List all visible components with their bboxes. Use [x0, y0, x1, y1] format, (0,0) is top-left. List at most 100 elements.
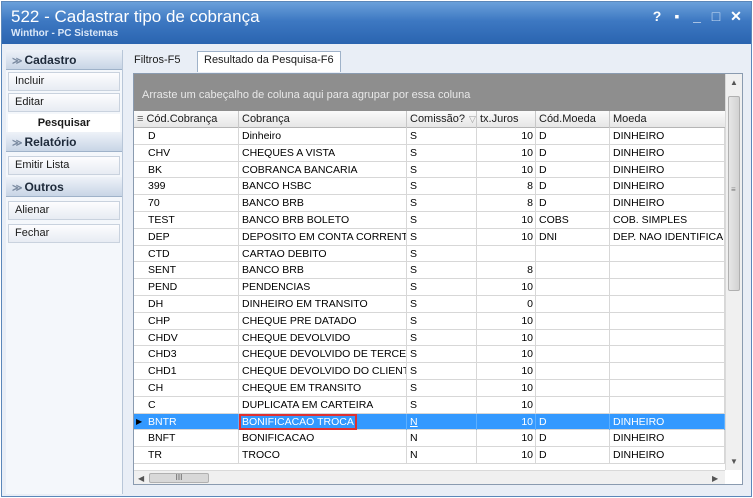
table-cell[interactable]: CH — [134, 379, 239, 396]
table-cell[interactable] — [536, 279, 610, 296]
table-cell[interactable]: DEPOSITO EM CONTA CORRENTE — [239, 228, 407, 245]
table-row[interactable]: BNTR BONIFICACAO TROCA N 10 D DINHEIRO ▶ — [134, 413, 725, 431]
vertical-scroll-thumb[interactable]: ≡ — [728, 96, 740, 291]
close-icon[interactable]: ✕ — [727, 7, 745, 25]
horizontal-scroll-thumb[interactable]: III — [149, 473, 209, 483]
table-cell[interactable]: 399 — [134, 178, 239, 195]
table-cell[interactable]: BANCO BRB — [239, 262, 407, 279]
table-cell[interactable]: PENDENCIAS — [239, 279, 407, 296]
table-row[interactable]: TR TROCO N 10 D DINHEIRO — [134, 447, 725, 464]
table-cell[interactable]: 8 — [477, 178, 536, 195]
table-cell[interactable] — [610, 262, 725, 279]
table-cell[interactable]: D — [536, 178, 610, 195]
table-row[interactable]: CHD3CHEQUE DEVOLVIDO DE TERCEIROSS10 — [134, 346, 725, 364]
table-cell[interactable]: COBRANCA BANCARIA — [239, 161, 407, 178]
column-header-cobranca[interactable]: Cobrança — [239, 111, 407, 128]
table-cell[interactable]: CHP — [134, 312, 239, 329]
column-header-comissao[interactable]: Comissão? ▽ — [407, 111, 477, 128]
table-row[interactable]: PEND PENDENCIAS S 10 — [134, 279, 725, 296]
table-cell[interactable]: S — [407, 211, 477, 228]
table-cell[interactable]: 10 — [477, 346, 536, 363]
table-cell[interactable]: S — [407, 178, 477, 195]
table-cell[interactable]: CARTAO DEBITO — [239, 245, 407, 262]
table-cell[interactable]: S — [407, 396, 477, 413]
vertical-scrollbar[interactable]: ▲ ≡ ▼ — [725, 74, 742, 470]
table-cell[interactable]: DINHEIRO — [610, 195, 725, 212]
table-cell[interactable]: CTD — [134, 245, 239, 262]
table-cell[interactable]: TROCO — [239, 447, 407, 464]
table-cell[interactable]: S — [407, 379, 477, 396]
table-cell[interactable] — [610, 363, 725, 380]
table-row[interactable]: CH CHEQUE EM TRANSITO S 10 — [134, 379, 725, 397]
table-cell[interactable]: 10 — [477, 413, 536, 430]
column-header-cod-moeda[interactable]: Cód.Moeda — [536, 111, 610, 128]
restore-icon[interactable]: ▪ — [668, 7, 686, 25]
table-cell[interactable]: DEP — [134, 228, 239, 245]
table-cell[interactable]: Dinheiro — [239, 128, 407, 144]
table-row[interactable]: 70 BANCO BRB S 8 D DINHEIRO — [134, 195, 725, 212]
table-cell[interactable]: 10 — [477, 396, 536, 413]
table-cell[interactable]: BANCO BRB BOLETO — [239, 211, 407, 228]
table-cell[interactable]: CHD1 — [134, 363, 239, 380]
section-header-cadastro[interactable]: ≫ Cadastro — [6, 50, 122, 70]
table-cell[interactable]: TR — [134, 447, 239, 464]
table-row[interactable]: 399 BANCO HSBC S 8 D DINHEIRO — [134, 178, 725, 196]
alienar-button[interactable]: Alienar — [8, 201, 120, 220]
table-cell[interactable]: S — [407, 228, 477, 245]
table-cell[interactable]: CHEQUE DEVOLVIDO DO CLIENTE — [239, 363, 407, 380]
table-cell[interactable]: N — [407, 413, 477, 430]
table-cell[interactable]: S — [407, 329, 477, 346]
fechar-button[interactable]: Fechar — [8, 224, 120, 243]
table-cell[interactable] — [536, 363, 610, 380]
help-icon[interactable]: ? — [648, 7, 666, 25]
table-cell[interactable]: SENT — [134, 262, 239, 279]
table-cell[interactable]: D — [536, 195, 610, 212]
table-cell[interactable]: S — [407, 363, 477, 380]
table-cell[interactable]: 0 — [477, 295, 536, 312]
table-cell[interactable]: 10 — [477, 161, 536, 178]
incluir-button[interactable]: Incluir — [8, 72, 120, 91]
table-row[interactable]: CHP CHEQUE PRE DATADO S 10 — [134, 312, 725, 330]
table-cell[interactable]: D — [134, 128, 239, 144]
table-cell[interactable]: DEP. NAO IDENTIFICAD — [610, 228, 725, 245]
table-cell[interactable] — [536, 329, 610, 346]
table-cell[interactable]: D — [536, 413, 610, 430]
table-row[interactable]: C DUPLICATA EM CARTEIRA S 10 — [134, 396, 725, 414]
table-cell[interactable]: DINHEIRO — [610, 447, 725, 464]
table-row[interactable]: TEST BANCO BRB BOLETO S 10 COBS COB. SIMPLES — [134, 211, 725, 229]
table-cell[interactable] — [477, 245, 536, 262]
table-cell[interactable] — [610, 245, 725, 262]
table-cell[interactable]: S — [407, 262, 477, 279]
pesquisar-button[interactable]: Pesquisar — [8, 114, 120, 132]
table-cell[interactable]: N — [407, 447, 477, 464]
table-cell[interactable]: CHD3 — [134, 346, 239, 363]
minimize-icon[interactable]: _ — [688, 7, 706, 25]
table-cell[interactable] — [610, 329, 725, 346]
scroll-right-icon[interactable]: ▶ — [712, 474, 718, 483]
table-cell[interactable] — [536, 346, 610, 363]
table-cell[interactable]: DINHEIRO EM TRANSITO — [239, 295, 407, 312]
table-cell[interactable]: S — [407, 144, 477, 161]
table-cell[interactable]: 10 — [477, 329, 536, 346]
table-cell[interactable]: S — [407, 295, 477, 312]
table-cell[interactable]: CHEQUES A VISTA — [239, 144, 407, 161]
table-row[interactable]: BK COBRANCA BANCARIA S 10 D DINHEIRO — [134, 161, 725, 179]
table-cell[interactable]: D — [536, 447, 610, 464]
section-header-relatorio[interactable]: ≫ Relatório — [6, 132, 122, 152]
table-row[interactable]: D Dinheiro S 10 D DINHEIRO — [134, 128, 725, 145]
table-cell[interactable]: BONIFICACAO TROCA — [239, 413, 407, 430]
table-cell[interactable]: D — [536, 161, 610, 178]
table-cell[interactable]: CHEQUE EM TRANSITO — [239, 379, 407, 396]
tab-filtros[interactable]: Filtros-F5 — [128, 52, 186, 71]
table-cell[interactable]: 10 — [477, 447, 536, 464]
table-cell[interactable]: S — [407, 195, 477, 212]
table-cell[interactable]: BANCO BRB — [239, 195, 407, 212]
table-cell[interactable]: 10 — [477, 379, 536, 396]
table-cell[interactable]: BNTR — [134, 413, 239, 430]
table-cell[interactable] — [536, 396, 610, 413]
table-row[interactable]: DEP DEPOSITO EM CONTA CORRENTE S 10 DNI DEP. … — [134, 228, 725, 246]
table-cell[interactable]: S — [407, 128, 477, 144]
table-cell[interactable]: 10 — [477, 430, 536, 447]
table-cell[interactable]: BONIFICACAO — [239, 430, 407, 447]
emitir-lista-button[interactable]: Emitir Lista — [8, 156, 120, 175]
